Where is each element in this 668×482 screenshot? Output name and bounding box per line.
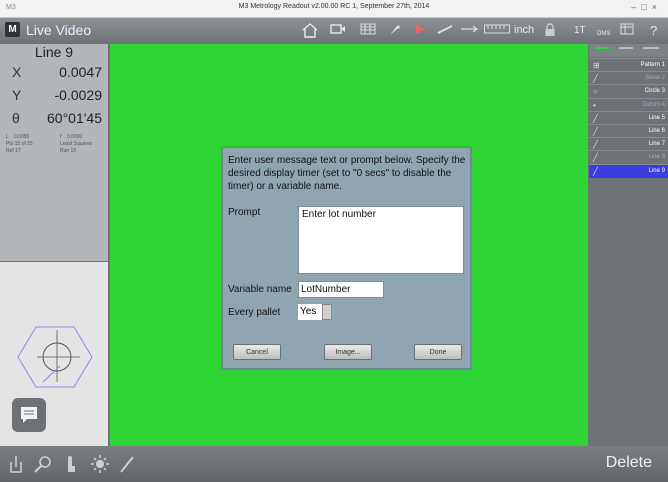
- home-icon[interactable]: [302, 23, 318, 42]
- grid-icon[interactable]: [360, 23, 376, 39]
- readout-value: -0.0029: [54, 87, 102, 103]
- line-icon: ╱: [593, 153, 598, 163]
- title-bar: M3 M3 Metrology Readout v2.00.00 RC 1, S…: [0, 0, 668, 18]
- help-button[interactable]: ?: [650, 23, 657, 38]
- feature-list-item[interactable]: • Datum 4: [589, 97, 668, 112]
- dms-toggle[interactable]: DMS: [597, 27, 610, 42]
- feature-list-label: Line 7: [648, 141, 665, 148]
- feature-list-label: Circle 3: [644, 88, 665, 95]
- line-icon: ╱: [593, 127, 598, 136]
- variable-name-input[interactable]: LotNumber: [298, 281, 384, 298]
- m3-logo[interactable]: M: [5, 22, 20, 37]
- feature-list-item[interactable]: ╱ Skew 2: [589, 71, 668, 85]
- ruler-icon[interactable]: [484, 23, 510, 38]
- feature-list-label: Pattern 1: [640, 62, 665, 68]
- feature-list-item[interactable]: ╱ Line 7: [589, 137, 668, 151]
- feature-list-panel: ⊞ Pattern 1 ╱ Skew 2 ○ Circle 3 • Datum 4 ╱ Line …: [589, 44, 668, 446]
- bottom-toolbar: Delete: [0, 446, 668, 482]
- readout-key: Y: [12, 87, 22, 103]
- prompt-label: Prompt: [228, 207, 261, 218]
- feature-list-label: Line 6: [648, 128, 665, 134]
- readout-row-theta: θ 60°01'45: [0, 110, 108, 130]
- readout-value: 60°01'45: [47, 110, 102, 126]
- prompt-textarea[interactable]: Enter lot number: [298, 206, 464, 274]
- mode-label: Live Video: [26, 22, 92, 38]
- circle-icon: ○: [593, 87, 598, 97]
- variable-name-label: Variable name: [228, 284, 292, 295]
- touch-icon[interactable]: [63, 454, 77, 479]
- message-button[interactable]: [12, 398, 46, 432]
- window-title: M3 Metrology Readout v2.00.00 RC 1, Sept…: [238, 3, 430, 10]
- line-icon: ╱: [593, 74, 598, 84]
- every-pallet-label: Every pallet: [228, 307, 281, 318]
- feature-list-header: [589, 44, 668, 57]
- point-icon: •: [593, 100, 596, 110]
- feature-list-label: Line 5: [648, 114, 665, 121]
- feature-name: Line 9: [34, 44, 74, 60]
- readout-key: X: [12, 64, 22, 80]
- feature-list-label: Skew 2: [645, 75, 665, 82]
- feature-list-item[interactable]: ╱ Line 8: [589, 150, 668, 164]
- close-icon[interactable]: ×: [652, 2, 662, 12]
- detail-l-label: L: [6, 134, 9, 140]
- probe-icon[interactable]: [387, 23, 403, 41]
- video-icon[interactable]: [330, 23, 346, 39]
- detail-method: Least Squares: [60, 141, 93, 147]
- tool-1t[interactable]: 1T: [574, 23, 586, 38]
- minimize-icon[interactable]: –: [631, 2, 641, 12]
- pattern-icon: ⊞: [593, 61, 600, 70]
- detail-f-label: f: [60, 134, 62, 140]
- measure-arrows-icon[interactable]: [460, 23, 478, 39]
- run-icon[interactable]: [414, 23, 426, 39]
- dropdown-handle-icon[interactable]: [322, 304, 332, 320]
- maximize-icon[interactable]: □: [641, 2, 651, 12]
- feature-list-item[interactable]: ╱ Line 5: [589, 110, 668, 125]
- feature-list-label: Datum 4: [642, 101, 665, 108]
- dialog-instructions: Enter user message text or prompt below.…: [228, 155, 466, 192]
- feature-list-item[interactable]: ○ Circle 3: [589, 84, 668, 98]
- line-icon: ╱: [593, 140, 598, 150]
- every-pallet-dropdown[interactable]: Yes: [298, 304, 332, 320]
- done-button[interactable]: Done: [414, 344, 462, 360]
- feature-list-item[interactable]: ╱ Line 6: [589, 124, 668, 138]
- list-view-tabs-icon[interactable]: [589, 44, 668, 57]
- every-pallet-value: Yes: [298, 304, 322, 320]
- message-prompt-dialog: Enter user message text or prompt below.…: [222, 147, 471, 369]
- lock-icon[interactable]: [544, 23, 556, 41]
- feature-list-label: Line 8: [648, 154, 665, 161]
- line-icon: ╱: [593, 166, 598, 176]
- feature-list-item[interactable]: ⊞ Pattern 1: [589, 58, 668, 72]
- cancel-button[interactable]: Cancel: [233, 344, 281, 360]
- delete-button[interactable]: Delete: [606, 454, 652, 472]
- detail-l-value: 0.0055: [14, 134, 30, 140]
- light-icon[interactable]: [90, 454, 110, 479]
- readout-row-x: X 0.0047: [0, 64, 108, 84]
- line-icon: ╱: [593, 113, 598, 123]
- units-label[interactable]: inch: [514, 23, 534, 38]
- feature-list-label: Line 9: [648, 167, 665, 174]
- table-icon[interactable]: [620, 23, 634, 39]
- feature-list-item[interactable]: ╱ Line 9: [589, 163, 668, 178]
- readout-row-y: Y -0.0029: [0, 87, 108, 107]
- detail-reference: Ref 1T: [6, 148, 22, 154]
- detail-f-value: 0.0000: [67, 134, 83, 140]
- detail-run: Run 15: [60, 148, 77, 154]
- probe-tool-icon[interactable]: [8, 454, 24, 479]
- readout-value: 0.0047: [59, 64, 102, 80]
- chat-icon: [21, 407, 37, 423]
- zoom-icon[interactable]: [33, 454, 53, 479]
- edge-tool-icon[interactable]: [437, 23, 453, 39]
- feature-readout-panel: Line 9 X 0.0047 Y -0.0029 θ 60°01'45 L 0…: [0, 44, 108, 261]
- window-controls[interactable]: –□×: [631, 2, 662, 12]
- pen-icon[interactable]: [118, 454, 136, 479]
- readout-key: θ: [12, 110, 20, 126]
- detail-points: Pts 15 of 15: [6, 141, 33, 147]
- main-toolbar: M Live Video inch 1T DMS ?: [0, 18, 668, 44]
- image-button[interactable]: Image...: [324, 344, 372, 360]
